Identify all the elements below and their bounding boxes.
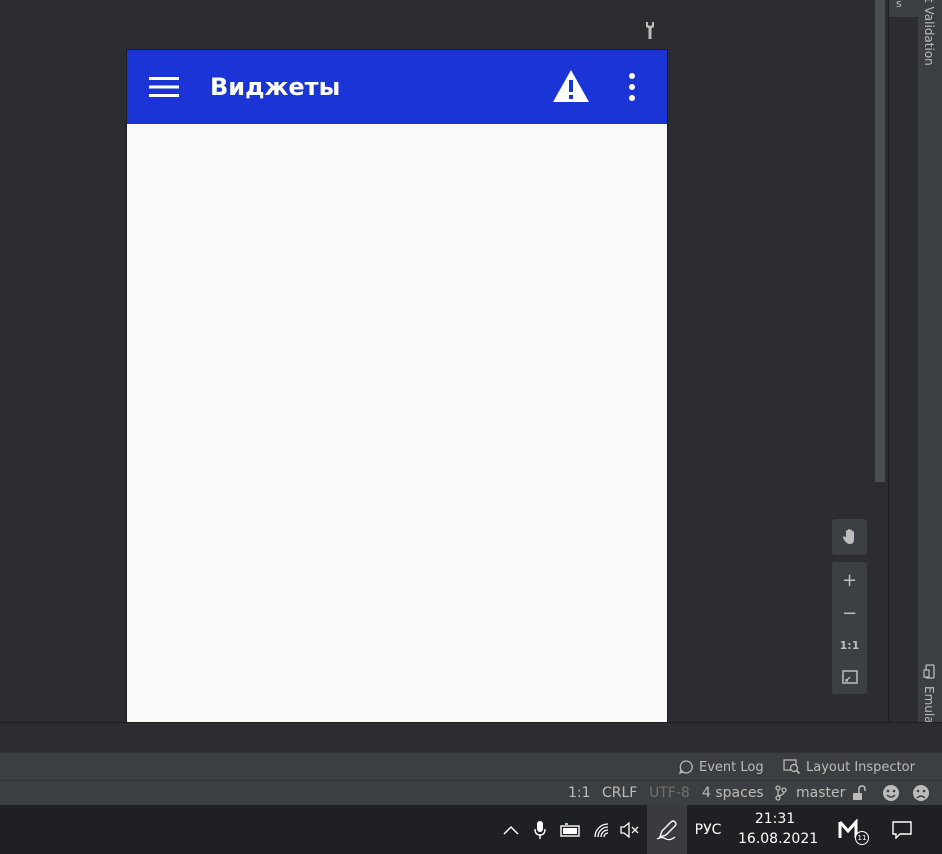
side-panel-strip: s bbox=[888, 0, 918, 722]
event-log-icon bbox=[678, 760, 693, 775]
tool-window-bar: Event Log Layout Inspector bbox=[0, 752, 942, 780]
action-center-button[interactable] bbox=[884, 805, 920, 854]
warning-icon[interactable] bbox=[552, 69, 590, 103]
battery-tray[interactable] bbox=[556, 805, 586, 854]
line-separator[interactable]: CRLF bbox=[602, 785, 637, 801]
ide-window: Виджеты + − 1:1 s t Validation Emulator … bbox=[0, 0, 942, 854]
taskbar-clock[interactable]: 21:31 16.08.2021 bbox=[738, 809, 819, 849]
fit-screen-icon bbox=[841, 670, 858, 684]
design-editor: Виджеты + − 1:1 bbox=[0, 0, 888, 722]
file-encoding[interactable]: UTF-8 bbox=[649, 785, 690, 801]
sad-face-icon[interactable] bbox=[912, 784, 930, 802]
microphone-tray[interactable] bbox=[528, 805, 552, 854]
pan-tool-group bbox=[832, 519, 867, 555]
pen-tray[interactable] bbox=[647, 805, 687, 854]
windows-taskbar: РУС 21:31 16.08.2021 11 bbox=[0, 805, 942, 854]
event-log-label: Event Log bbox=[699, 759, 764, 775]
right-tool-bar: t Validation Emulator bbox=[918, 0, 942, 750]
indent-setting[interactable]: 4 spaces bbox=[702, 785, 764, 801]
more-vertical-icon[interactable] bbox=[625, 72, 639, 102]
hand-icon bbox=[842, 529, 854, 544]
layout-inspector-icon bbox=[783, 759, 801, 775]
bottom-panel-divider bbox=[0, 722, 942, 752]
volume-muted-icon bbox=[620, 821, 639, 838]
layout-inspector-tab[interactable]: Layout Inspector bbox=[783, 757, 915, 777]
git-branch-icon bbox=[775, 785, 787, 801]
side-tab-label: s bbox=[896, 0, 902, 10]
app-title: Виджеты bbox=[210, 73, 341, 101]
app-tray-button[interactable]: 11 bbox=[828, 805, 876, 854]
menu-icon[interactable] bbox=[149, 76, 179, 98]
status-bar: 1:1 CRLF UTF-8 4 spaces master bbox=[0, 780, 942, 805]
smile-icon[interactable] bbox=[882, 784, 900, 802]
microphone-icon bbox=[534, 820, 546, 839]
pan-hand-button[interactable] bbox=[832, 521, 867, 553]
app-bar: Виджеты bbox=[127, 50, 667, 124]
language-indicator[interactable]: РУС bbox=[690, 805, 726, 854]
actual-size-button[interactable]: 1:1 bbox=[832, 629, 867, 661]
zoom-in-button[interactable]: + bbox=[832, 564, 867, 596]
chevron-up-icon bbox=[503, 825, 519, 835]
zoom-to-fit-button[interactable] bbox=[832, 661, 867, 693]
battery-icon bbox=[560, 822, 580, 837]
editor-scrollbar[interactable] bbox=[875, 0, 885, 482]
validation-tab[interactable]: t Validation bbox=[922, 0, 936, 66]
wrench-icon[interactable] bbox=[643, 21, 657, 39]
pen-icon bbox=[656, 819, 677, 840]
show-hidden-icons-button[interactable] bbox=[498, 805, 524, 854]
zoom-out-button[interactable]: − bbox=[832, 597, 867, 629]
layout-inspector-label: Layout Inspector bbox=[806, 759, 915, 775]
volume-tray[interactable] bbox=[616, 805, 644, 854]
clock-date: 16.08.2021 bbox=[738, 831, 819, 847]
wifi-tray[interactable] bbox=[590, 805, 614, 854]
side-tab[interactable]: s bbox=[889, 0, 918, 17]
emulator-icon bbox=[923, 664, 935, 679]
event-log-tab[interactable]: Event Log bbox=[678, 757, 764, 777]
wifi-icon bbox=[594, 822, 609, 837]
device-preview: Виджеты bbox=[126, 49, 668, 722]
notification-count-badge: 11 bbox=[855, 831, 869, 845]
git-branch[interactable]: master bbox=[796, 785, 845, 801]
notifications-icon bbox=[892, 820, 912, 839]
zoom-controls: + − 1:1 bbox=[832, 562, 867, 694]
clock-time: 21:31 bbox=[754, 811, 796, 827]
unlock-icon[interactable] bbox=[852, 785, 866, 801]
caret-position[interactable]: 1:1 bbox=[568, 785, 591, 801]
